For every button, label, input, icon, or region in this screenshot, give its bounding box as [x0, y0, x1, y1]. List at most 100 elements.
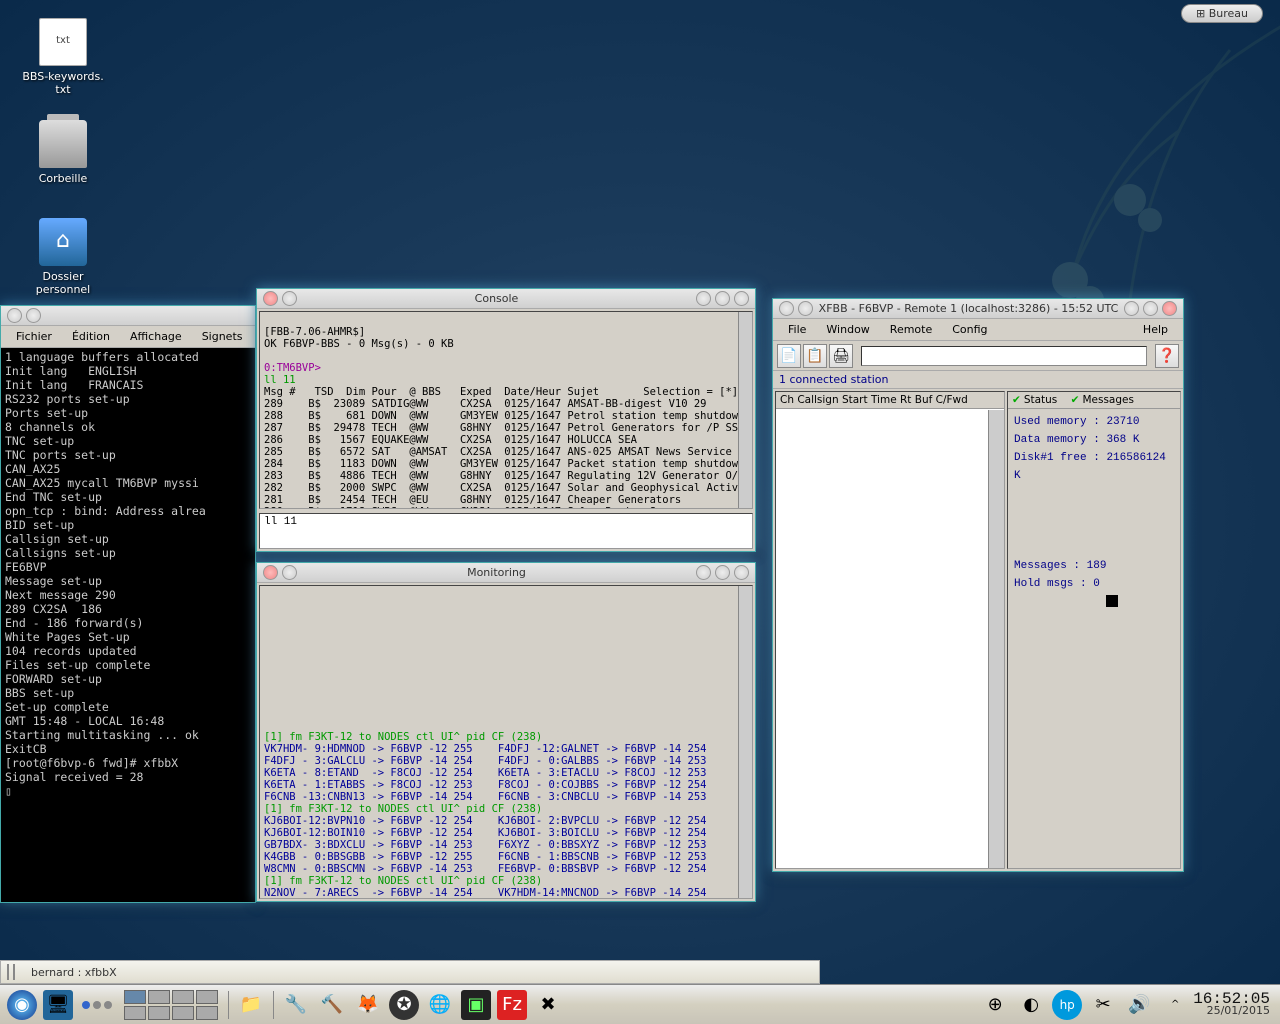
workspace-thumb[interactable]	[196, 1006, 218, 1020]
close-icon[interactable]	[734, 291, 749, 306]
close-icon[interactable]	[1162, 301, 1177, 316]
monitor-line: N2NOV - 7:ARECS -> F6BVP -14 254 VK7HDM-…	[264, 887, 748, 899]
terminal-icon[interactable]: ▣	[461, 990, 491, 1020]
globe-icon[interactable]: 🌐	[425, 990, 455, 1020]
file-manager-icon[interactable]: 📁	[236, 990, 266, 1020]
firefox-icon[interactable]: 🦊	[353, 990, 383, 1020]
terminal-output[interactable]: 1 language buffers allocated Init lang E…	[1, 348, 255, 902]
monitor-line: GB7BDX- 3:BDXCLU -> F6BVP -14 253 F6XYZ …	[264, 839, 748, 851]
titlebar[interactable]: XFBB - F6BVP - Remote 1 (localhost:3286)…	[773, 299, 1183, 319]
menu-edit[interactable]: Édition	[63, 327, 119, 346]
desktop-icon-trash[interactable]: Corbeille	[18, 120, 108, 185]
close-icon[interactable]	[263, 565, 278, 580]
menu-file[interactable]: File	[779, 320, 815, 339]
window-menu-icon[interactable]	[7, 308, 22, 323]
toolbar-btn-3[interactable]: 🖨	[829, 344, 853, 368]
workspace-thumb[interactable]	[172, 1006, 194, 1020]
workspace-thumb[interactable]	[124, 990, 146, 1004]
msg-row: 285 B$ 6572 SAT @AMSAT CX2SA 0125/1647 A…	[264, 446, 753, 458]
desktop-icon-label: Corbeille	[18, 172, 108, 185]
monitor-line: KJ6BOI-12:BVPN10 -> F6BVP -12 254 KJ6BOI…	[264, 815, 748, 827]
checkbox-checked-icon[interactable]: ✔	[1012, 394, 1021, 406]
workspace-thumb[interactable]	[172, 990, 194, 1004]
pager-dot[interactable]	[104, 1001, 112, 1009]
tray-caret-icon[interactable]: ^	[1160, 990, 1190, 1020]
console-input[interactable]: ll 11	[259, 513, 753, 549]
workspace-thumb[interactable]	[148, 990, 170, 1004]
close-icon[interactable]	[734, 565, 749, 580]
filezilla-icon[interactable]: Fz	[497, 990, 527, 1020]
terminal-window: Fichier Édition Affichage Signets 1 lang…	[0, 305, 256, 903]
toolbar-btn-1[interactable]: 📄	[777, 344, 801, 368]
menu-view[interactable]: Affichage	[121, 327, 191, 346]
window-title: Console	[299, 292, 694, 305]
checkbox-checked-icon[interactable]: ✔	[1071, 394, 1080, 406]
menu-window[interactable]: Window	[817, 320, 878, 339]
connection-status: 1 connected station	[773, 371, 1183, 389]
workspace-switcher[interactable]	[124, 990, 218, 1020]
menu-file[interactable]: Fichier	[7, 327, 61, 346]
sticky-icon[interactable]	[798, 301, 813, 316]
menu-config[interactable]: Config	[943, 320, 996, 339]
console-output[interactable]: [FBB-7.06-AHMR$] OK F6BVP-BBS - 0 Msg(s)…	[259, 311, 753, 509]
minimize-icon[interactable]	[696, 291, 711, 306]
clock-time: 16:52:05	[1193, 993, 1270, 1005]
scrollbar[interactable]	[988, 410, 1004, 868]
menu-bookmarks[interactable]: Signets	[193, 327, 252, 346]
scrollbar[interactable]	[738, 586, 752, 898]
msg-row: 280 B$ 1718 SWPC @WW CX2SA 0125/1647 Sol…	[264, 506, 694, 509]
maximize-icon[interactable]	[715, 565, 730, 580]
grip-icon[interactable]	[7, 964, 15, 980]
menu-help[interactable]: Help	[1134, 320, 1177, 339]
titlebar[interactable]	[1, 306, 255, 326]
workspace-indicator[interactable]: Bureau	[1181, 4, 1263, 23]
app-icon[interactable]: ✪	[389, 990, 419, 1020]
settings-icon[interactable]: 🔧	[281, 990, 311, 1020]
show-desktop-icon[interactable]: 🖥	[43, 990, 73, 1020]
close-icon[interactable]	[263, 291, 278, 306]
desktop-icon-bbs-keywords[interactable]: BBS-keywords. txt	[18, 18, 108, 96]
workspace-thumb[interactable]	[148, 1006, 170, 1020]
toolbar-input[interactable]	[861, 346, 1147, 366]
clock[interactable]: 16:52:05 25/01/2015	[1193, 993, 1276, 1017]
menu-remote[interactable]: Remote	[881, 320, 941, 339]
shade-icon[interactable]	[282, 291, 297, 306]
msg-row: 287 B$ 29478 TECH @WW G8HNY 0125/1647 Pe…	[264, 422, 744, 434]
window-list-bar: bernard : xfbbX	[0, 960, 820, 984]
pager[interactable]	[82, 1001, 112, 1009]
station-list: Ch Callsign Start Time Rt Buf C/Fwd	[775, 391, 1005, 869]
cursor-block-icon	[1106, 595, 1118, 607]
window-menu-icon[interactable]	[26, 308, 41, 323]
minimize-icon[interactable]	[1124, 301, 1139, 316]
window-menu-icon[interactable]	[779, 301, 794, 316]
scissors-icon[interactable]: ✂	[1088, 990, 1118, 1020]
window-list-entry[interactable]: bernard : xfbbX	[23, 964, 125, 981]
shade-icon[interactable]	[282, 565, 297, 580]
column-header: Ch Callsign Start Time Rt Buf C/Fwd	[776, 392, 1004, 409]
workspace-thumb[interactable]	[196, 990, 218, 1004]
maximize-icon[interactable]	[1143, 301, 1158, 316]
titlebar[interactable]: Console	[257, 289, 755, 309]
monitor-line: K6ETA - 8:ETAND -> F8COJ -12 254 K6ETA -…	[264, 767, 748, 779]
pager-dot[interactable]	[93, 1001, 101, 1009]
titlebar[interactable]: Monitoring	[257, 563, 755, 583]
toolbar-btn-2[interactable]: 📋	[803, 344, 827, 368]
maximize-icon[interactable]	[715, 291, 730, 306]
scrollbar[interactable]	[738, 312, 752, 508]
start-menu-icon[interactable]: ◉	[7, 990, 37, 1020]
tray-generic-icon[interactable]: ⊕	[980, 990, 1010, 1020]
pager-dot[interactable]	[82, 1001, 90, 1009]
monitor-output[interactable]: [1] fm F3KT-12 to NODES ctl UI^ pid CF (…	[259, 585, 753, 899]
tools-icon[interactable]: 🔨	[317, 990, 347, 1020]
volume-icon[interactable]: 🔊	[1124, 990, 1154, 1020]
msg-row: 282 B$ 2000 SWPC @WW CX2SA 0125/1647 Sol…	[264, 482, 753, 494]
xfbb-icon[interactable]: ✖	[533, 990, 563, 1020]
help-icon[interactable]: ❓	[1155, 344, 1179, 368]
desktop-icon-home[interactable]: Dossier personnel	[18, 218, 108, 296]
workspace-thumb[interactable]	[124, 1006, 146, 1020]
separator	[273, 991, 274, 1019]
hp-icon[interactable]: hp	[1052, 990, 1082, 1020]
home-folder-icon	[39, 218, 87, 266]
tray-generic-icon[interactable]: ◐	[1016, 990, 1046, 1020]
minimize-icon[interactable]	[696, 565, 711, 580]
